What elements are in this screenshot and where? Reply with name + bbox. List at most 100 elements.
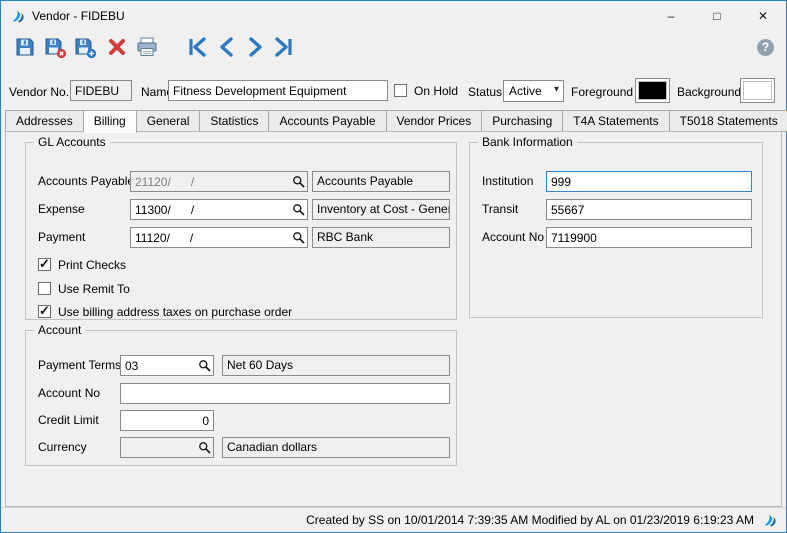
print-icon bbox=[137, 37, 157, 56]
account-group: Account Payment Terms Net 60 Days Accoun… bbox=[25, 323, 457, 466]
save-new-button[interactable] bbox=[71, 34, 99, 62]
lookup-magnifier-icon[interactable] bbox=[292, 203, 305, 216]
maximize-button[interactable]: □ bbox=[694, 1, 740, 31]
foreground-label: Foreground bbox=[571, 85, 634, 99]
lookup-magnifier-icon[interactable] bbox=[198, 441, 211, 454]
foreground-color-swatch bbox=[638, 81, 667, 100]
lookup-magnifier-icon[interactable] bbox=[198, 359, 211, 372]
expense-label: Expense bbox=[38, 202, 85, 216]
vendor-account-no-label: Account No bbox=[38, 386, 101, 400]
tab-t5018-statements[interactable]: T5018 Statements bbox=[668, 110, 787, 132]
institution-input[interactable] bbox=[546, 171, 752, 192]
spire-logo-icon bbox=[762, 512, 778, 528]
help-icon[interactable]: ? bbox=[757, 39, 774, 56]
save-icon bbox=[16, 38, 34, 56]
bank-account-no-row: Account No bbox=[470, 227, 762, 249]
nav-last-icon bbox=[275, 37, 292, 57]
payment-desc: RBC Bank bbox=[312, 227, 450, 248]
checkbox-icon bbox=[38, 256, 51, 272]
save-new-icon bbox=[75, 38, 97, 59]
expense-input[interactable] bbox=[130, 199, 308, 220]
tab-general[interactable]: General bbox=[135, 110, 201, 132]
credit-limit-input[interactable] bbox=[120, 410, 214, 431]
delete-button[interactable] bbox=[103, 34, 131, 62]
delete-icon bbox=[109, 39, 125, 55]
transit-input[interactable] bbox=[546, 199, 752, 220]
expense-field bbox=[130, 199, 308, 220]
lookup-magnifier-icon[interactable] bbox=[292, 175, 305, 188]
vendor-account-no-field bbox=[120, 383, 450, 404]
payment-input[interactable] bbox=[130, 227, 308, 248]
tab-accounts-payable[interactable]: Accounts Payable bbox=[268, 110, 387, 132]
payment-terms-label: Payment Terms bbox=[38, 358, 122, 372]
print-checks-label: Print Checks bbox=[58, 258, 127, 272]
close-button[interactable]: ✕ bbox=[740, 1, 786, 31]
background-color-button[interactable] bbox=[740, 78, 775, 103]
bank-account-no-input[interactable] bbox=[546, 227, 752, 248]
tab-bar: Addresses Billing General Statistics Acc… bbox=[5, 110, 787, 133]
save-button[interactable] bbox=[11, 34, 39, 62]
currency-field bbox=[120, 437, 214, 458]
nav-first-icon bbox=[189, 37, 206, 57]
currency-row: Currency Canadian dollars bbox=[26, 437, 456, 459]
institution-row: Institution bbox=[470, 171, 762, 193]
payment-label: Payment bbox=[38, 230, 86, 244]
currency-label: Currency bbox=[38, 440, 87, 454]
transit-row: Transit bbox=[470, 199, 762, 221]
accounts-payable-input[interactable] bbox=[130, 171, 308, 192]
app-logo-icon bbox=[10, 8, 26, 24]
credit-limit-row: Credit Limit bbox=[26, 410, 456, 432]
gl-accounts-title: GL Accounts bbox=[34, 135, 110, 149]
account-title: Account bbox=[34, 323, 86, 337]
bank-account-no-label: Account No bbox=[482, 230, 545, 244]
tab-purchasing[interactable]: Purchasing bbox=[481, 110, 564, 132]
status-bar: Created by SS on 10/01/2014 7:39:35 AM M… bbox=[1, 507, 786, 532]
nav-first-button[interactable] bbox=[184, 34, 212, 62]
save-close-button[interactable] bbox=[41, 34, 69, 62]
tab-addresses[interactable]: Addresses bbox=[5, 110, 84, 132]
tab-t4a-statements[interactable]: T4A Statements bbox=[562, 110, 670, 132]
name-input[interactable] bbox=[168, 80, 388, 101]
transit-field bbox=[546, 199, 752, 220]
status-label: Status bbox=[468, 85, 503, 99]
nav-prev-icon bbox=[220, 37, 233, 57]
background-color-swatch bbox=[743, 81, 772, 100]
nav-prev-button[interactable] bbox=[213, 34, 241, 62]
on-hold-label: On Hold bbox=[414, 84, 459, 98]
transit-label: Transit bbox=[482, 202, 519, 216]
currency-desc: Canadian dollars bbox=[222, 437, 450, 458]
bank-account-no-field bbox=[546, 227, 752, 248]
foreground-color-button[interactable] bbox=[635, 78, 670, 103]
status-dropdown[interactable]: Active ▾ bbox=[503, 80, 564, 102]
chevron-down-icon: ▾ bbox=[553, 84, 559, 95]
lookup-magnifier-icon[interactable] bbox=[292, 231, 305, 244]
credit-limit-field bbox=[120, 410, 214, 431]
status-text: Created by SS on 10/01/2014 7:39:35 AM M… bbox=[306, 513, 754, 527]
payment-terms-desc: Net 60 Days bbox=[222, 355, 450, 376]
nav-last-button[interactable] bbox=[269, 34, 297, 62]
print-button[interactable] bbox=[133, 34, 161, 62]
accounts-payable-label: Accounts Payable bbox=[38, 174, 135, 188]
billing-address-taxes-label: Use billing address taxes on purchase or… bbox=[58, 305, 293, 319]
save-close-icon bbox=[45, 38, 67, 59]
nav-next-button[interactable] bbox=[241, 34, 269, 62]
vendor-account-no-input[interactable] bbox=[120, 383, 450, 404]
accounts-payable-row: Accounts Payable Accounts Payable bbox=[26, 171, 456, 193]
tab-billing[interactable]: Billing bbox=[82, 110, 137, 133]
tab-statistics[interactable]: Statistics bbox=[199, 110, 270, 132]
checkbox-icon bbox=[38, 282, 51, 295]
title-bar[interactable]: Vendor - FIDEBU – □ ✕ bbox=[1, 1, 786, 31]
gl-accounts-group: GL Accounts Accounts Payable Accounts Pa… bbox=[25, 135, 457, 320]
minimize-button[interactable]: – bbox=[648, 1, 694, 31]
expense-row: Expense Inventory at Cost - Genera bbox=[26, 199, 456, 221]
vendor-no-field bbox=[70, 80, 132, 102]
vendor-no-input[interactable] bbox=[70, 80, 132, 101]
expense-desc: Inventory at Cost - Genera bbox=[312, 199, 450, 220]
status-value: Active bbox=[509, 84, 542, 98]
nav-next-icon bbox=[249, 37, 262, 57]
bank-information-title: Bank Information bbox=[478, 135, 577, 149]
institution-field bbox=[546, 171, 752, 192]
tab-vendor-prices[interactable]: Vendor Prices bbox=[385, 110, 483, 132]
name-field bbox=[168, 80, 388, 102]
checkbox-icon bbox=[394, 84, 407, 97]
